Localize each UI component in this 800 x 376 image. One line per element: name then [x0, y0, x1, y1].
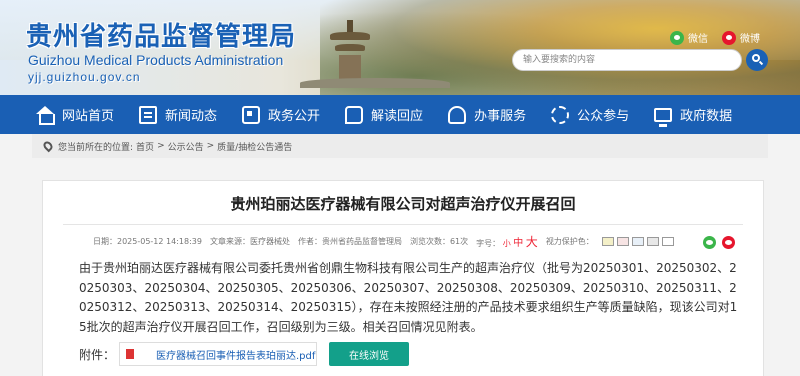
eye-care-color-option[interactable]	[661, 237, 674, 246]
search-input[interactable]: 输入要搜索的内容	[512, 49, 742, 71]
chat-icon	[345, 105, 364, 124]
wechat-icon	[670, 30, 684, 45]
meta-date: 日期：2025-05-12 14:18:39	[93, 237, 202, 246]
weibo-link[interactable]: 微博	[722, 30, 760, 45]
attachment-file-link[interactable]: 医疗器械召回事件报告表珀丽达.pdf	[119, 342, 317, 366]
weibo-icon	[722, 30, 736, 45]
monitor-icon	[654, 107, 673, 127]
nav-item-news[interactable]: 新闻动态	[139, 95, 217, 134]
document-icon	[139, 105, 158, 124]
search-button[interactable]	[746, 49, 768, 71]
eye-care-colors	[601, 237, 674, 246]
breadcrumb-item-notices[interactable]: 公示公告	[168, 140, 204, 153]
main-nav: 网站首页 新闻动态 政务公开 解读回应 办事服务 公众参与 政府数据	[0, 95, 800, 134]
site-url: yjj.guizhou.gov.cn	[28, 70, 141, 84]
breadcrumb-separator: >	[206, 141, 215, 151]
eye-care-color-option[interactable]	[631, 237, 644, 246]
location-icon	[41, 139, 55, 153]
breadcrumb: 您当前所在的位置: 首页 > 公示公告 > 质量/抽检公告通告	[32, 134, 768, 158]
article-title: 贵州珀丽达医疗器械有限公司对超声治疗仪开展召回	[230, 195, 576, 213]
nav-item-label: 新闻动态	[165, 109, 218, 124]
article-share	[703, 236, 735, 249]
person-icon	[448, 105, 467, 124]
attachment-file-name: 医疗器械召回事件报告表珀丽达.pdf	[156, 350, 316, 362]
font-size-control: 字号： 小 中 大	[476, 233, 538, 250]
article-body: 由于贵州珀丽达医疗器械有限公司委托贵州省创鼎生物科技有限公司生产的超声治疗仪（批…	[79, 261, 738, 334]
nav-item-participation[interactable]: 公众参与	[551, 95, 629, 134]
home-icon	[36, 105, 55, 125]
eye-care-color-option[interactable]	[601, 237, 614, 246]
bridge-illustration	[300, 78, 450, 88]
site-header: 贵州省药品监督管理局 Guizhou Medical Products Admi…	[0, 0, 800, 95]
weibo-label: 微博	[740, 34, 760, 45]
font-size-small[interactable]: 小	[503, 239, 511, 248]
weibo-share-icon[interactable]	[722, 236, 735, 249]
site-name-en: Guizhou Medical Products Administration	[28, 52, 284, 68]
eye-care-color-option[interactable]	[616, 237, 629, 246]
breadcrumb-item-quality[interactable]: 质量/抽检公告通告	[217, 140, 292, 153]
article-meta: 日期：2025-05-12 14:18:39 文章来源：医疗器械处 作者：贵州省…	[93, 233, 674, 250]
nav-item-interpretation[interactable]: 解读回应	[345, 95, 423, 134]
nav-item-services[interactable]: 办事服务	[448, 95, 526, 134]
nav-item-label: 公众参与	[577, 109, 630, 124]
font-size-large[interactable]: 大	[526, 235, 538, 249]
info-icon	[242, 105, 261, 124]
pdf-icon	[126, 349, 134, 359]
article-container: 贵州珀丽达医疗器械有限公司对超声治疗仪开展召回 日期：2025-05-12 14…	[42, 180, 764, 376]
nav-item-gov-data[interactable]: 政府数据	[654, 95, 732, 134]
meta-views: 浏览次数：61次	[409, 237, 469, 246]
meta-source: 文章来源：医疗器械处	[209, 237, 290, 246]
title-divider	[63, 224, 743, 225]
handshake-icon	[551, 105, 570, 124]
eye-care-color-option[interactable]	[646, 237, 659, 246]
nav-item-label: 政务公开	[268, 109, 321, 124]
font-size-label: 字号：	[476, 239, 501, 248]
meta-author: 作者：贵州省药品监督管理局	[297, 237, 402, 246]
nav-item-label: 政府数据	[680, 109, 733, 124]
nav-item-home[interactable]: 网站首页	[36, 95, 114, 134]
nav-item-gov-affairs[interactable]: 政务公开	[242, 95, 320, 134]
nav-item-label: 解读回应	[371, 109, 424, 124]
nav-item-label: 办事服务	[474, 109, 527, 124]
wechat-label: 微信	[688, 34, 708, 45]
wechat-link[interactable]: 微信	[670, 30, 708, 45]
breadcrumb-item-home[interactable]: 首页	[136, 140, 154, 153]
online-preview-button[interactable]: 在线浏览	[329, 342, 409, 366]
header-share-links: 微信 微博	[670, 30, 760, 45]
breadcrumb-separator: >	[157, 141, 165, 151]
nav-item-label: 网站首页	[62, 109, 115, 124]
font-size-medium[interactable]: 中	[513, 238, 523, 249]
site-name-cn[interactable]: 贵州省药品监督管理局	[26, 16, 296, 53]
breadcrumb-prefix: 您当前所在的位置:	[58, 142, 134, 153]
wechat-share-icon[interactable]	[703, 236, 716, 249]
eye-care-label: 视力保护色：	[545, 237, 594, 246]
attachment-label: 附件：	[79, 348, 116, 362]
